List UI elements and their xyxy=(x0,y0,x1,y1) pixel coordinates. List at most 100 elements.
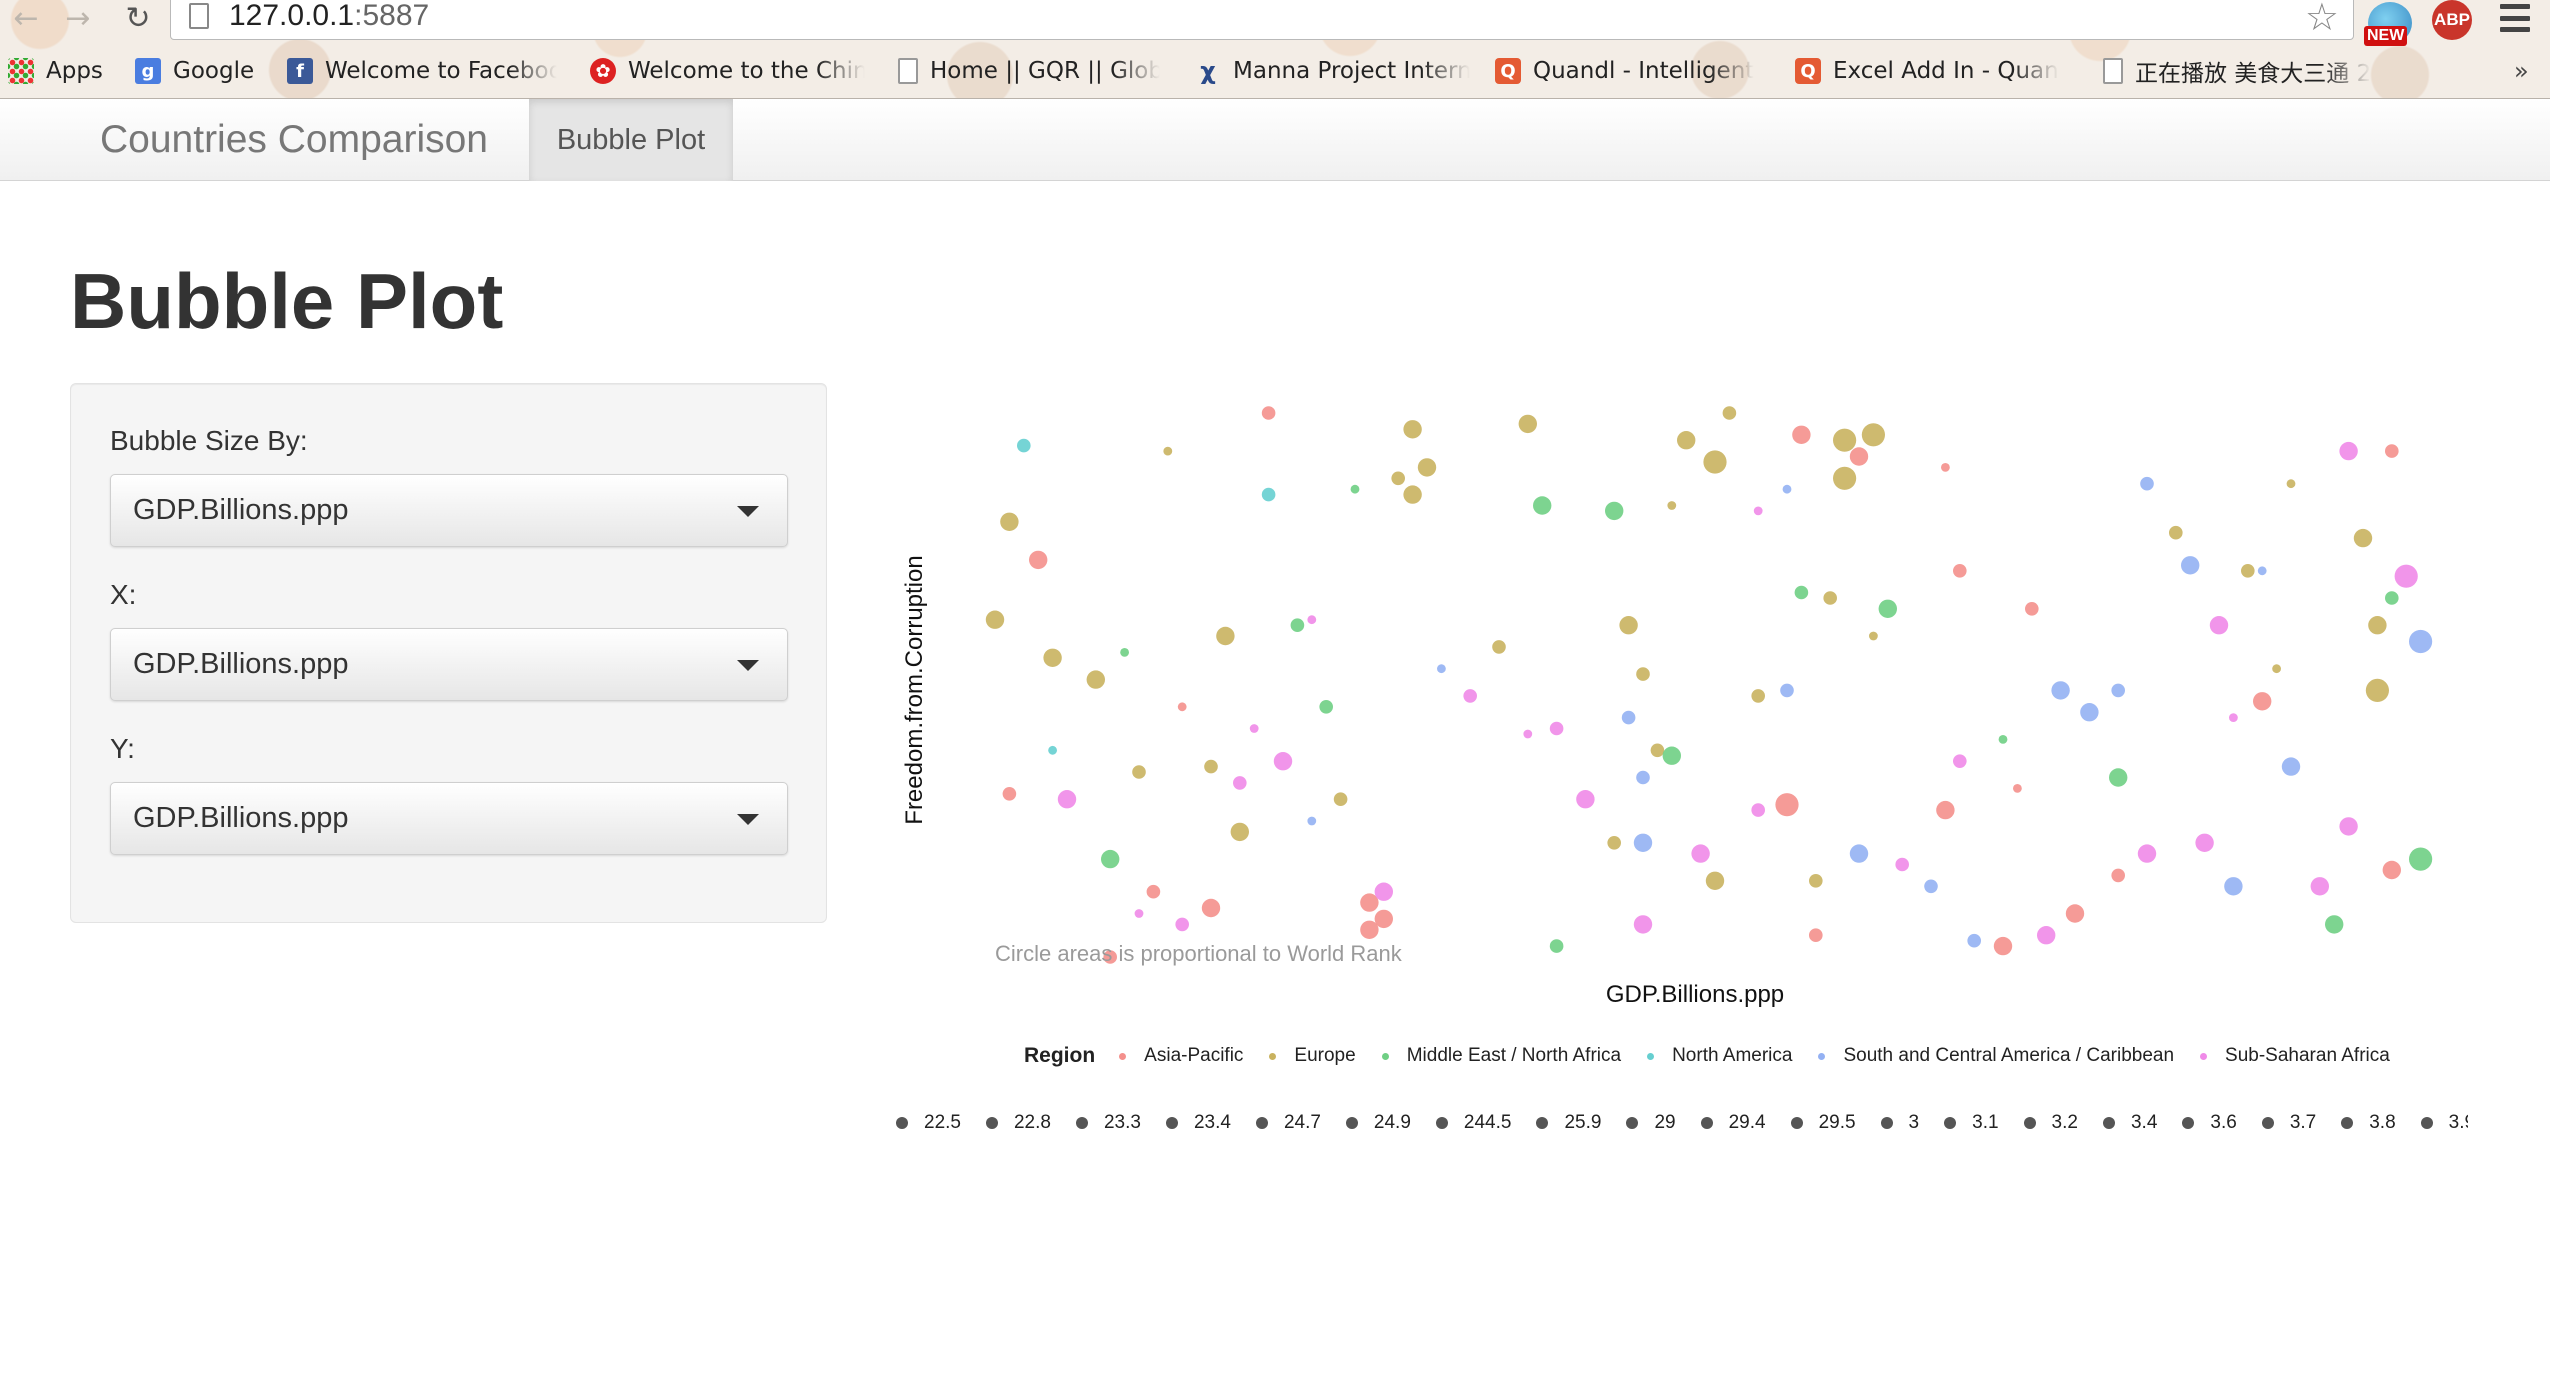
bubble-point xyxy=(1792,425,1811,444)
bubble-point xyxy=(2281,757,2301,776)
bubble-point xyxy=(1753,506,1763,516)
navbar-brand[interactable]: Countries Comparison xyxy=(100,99,488,181)
bookmark-gqr[interactable]: Home || GQR || Glob xyxy=(898,52,1160,90)
size-legend-item: 24.9 xyxy=(1345,1112,1411,1134)
size-legend-item: 3.7 xyxy=(2261,1112,2316,1134)
bookmark-quandl[interactable]: Q Quandl - Intelligent xyxy=(1495,52,1760,90)
bubble-point xyxy=(1941,463,1950,472)
tab-bubble-plot[interactable]: Bubble Plot xyxy=(529,99,733,181)
new-badge: NEW xyxy=(2364,26,2408,46)
bubble-point xyxy=(1403,485,1422,504)
legend-item-north-america: North America xyxy=(1647,1045,1792,1067)
bubble-point xyxy=(1549,721,1564,736)
bubble-point xyxy=(2065,904,2085,923)
size-legend-label: 244.5 xyxy=(1463,1112,1512,1133)
bubble-point xyxy=(2140,476,2154,491)
size-legend-label: 24.9 xyxy=(1373,1112,1411,1133)
bookmark-facebook[interactable]: f Welcome to Faceboo xyxy=(287,52,557,90)
bubble-point xyxy=(2195,833,2214,852)
url-text[interactable]: 127.0.0.1:5887 xyxy=(229,0,429,33)
bubble-point xyxy=(1307,615,1317,625)
size-legend-dot xyxy=(2182,1117,2195,1129)
bubble-point xyxy=(2181,556,2200,575)
bubble-point xyxy=(2382,860,2401,880)
bubble-point xyxy=(2224,877,2243,896)
bookmark-playing[interactable]: 正在播放 美食大三通 2 xyxy=(2103,52,2383,90)
legend-label: Middle East / North Africa xyxy=(1406,1045,1622,1066)
bubble-point xyxy=(2169,525,2183,540)
bubble-point xyxy=(1993,936,2013,956)
size-legend-label: 3.4 xyxy=(2130,1112,2158,1133)
bubble-point xyxy=(1650,743,1665,758)
size-legend-dot xyxy=(1255,1117,1268,1129)
bubble-point xyxy=(1002,787,1017,801)
bookmark-google[interactable]: g Google xyxy=(135,52,254,90)
hamburger-menu-icon[interactable] xyxy=(2500,4,2530,32)
bubble-point xyxy=(2013,784,2022,793)
back-arrow-icon[interactable]: ← xyxy=(6,0,46,36)
bubble-point xyxy=(1319,700,1333,714)
browser-chrome: ← → ↻ 127.0.0.1:5887 ☆ NEW ABP Apps g Go… xyxy=(0,0,2550,99)
size-legend-label: 29 xyxy=(1654,1112,1676,1133)
chevron-down-icon xyxy=(737,814,759,825)
size-legend-label: 3.9 xyxy=(2448,1112,2468,1133)
bubble-point xyxy=(1782,484,1792,494)
forward-arrow-icon[interactable]: → xyxy=(58,0,98,36)
bubble-point xyxy=(2253,692,2272,711)
bubble-point xyxy=(1607,836,1621,850)
size-legend-item: 22.5 xyxy=(896,1112,961,1134)
bubble-point xyxy=(1936,800,1955,820)
bubble-point xyxy=(1794,585,1809,600)
bubble-point xyxy=(1998,735,2008,744)
bookmark-manna[interactable]: χ Manna Project Intern xyxy=(1195,52,1470,90)
url-port: :5887 xyxy=(354,0,430,32)
page-icon xyxy=(189,3,209,29)
apps-grid-icon xyxy=(8,58,34,84)
bubble-point xyxy=(1017,438,1031,453)
size-legend-item: 244.5 xyxy=(1435,1112,1512,1134)
bookmark-label: 正在播放 美食大三通 2 xyxy=(2135,61,2372,87)
x-label: X: xyxy=(110,579,137,610)
adblock-icon[interactable]: ABP xyxy=(2432,0,2472,40)
bubble-point xyxy=(1751,803,1765,817)
bookmarks-overflow-icon[interactable]: » xyxy=(2514,52,2529,90)
bubble-point xyxy=(2272,664,2281,674)
bubble-point xyxy=(1391,471,1405,486)
address-bar[interactable]: 127.0.0.1:5887 ☆ xyxy=(170,0,2354,40)
bubble-point xyxy=(1924,879,1938,894)
bookmark-china[interactable]: ✿ Welcome to the Chin xyxy=(590,52,865,90)
bubble-point xyxy=(1177,702,1187,712)
y-select[interactable]: GDP.Billions.ppp xyxy=(110,782,788,855)
bubble-plot: Freedom.from.Corruption Circle areas is … xyxy=(901,406,2433,1008)
bubble-point xyxy=(1134,909,1144,918)
bubble-size-select[interactable]: GDP.Billions.ppp xyxy=(110,474,788,547)
bookmarks-bar: Apps g Google f Welcome to Faceboo ✿ Wel… xyxy=(0,52,2550,90)
bubble-point xyxy=(1861,423,1885,447)
bubble-point xyxy=(1662,746,1681,765)
chevron-down-icon xyxy=(737,660,759,671)
size-legend-dot xyxy=(1165,1117,1178,1129)
size-legend-dot xyxy=(985,1117,998,1129)
bookmark-star-icon[interactable]: ☆ xyxy=(2305,0,2339,39)
bubble-point xyxy=(2409,629,2433,654)
reload-icon[interactable]: ↻ xyxy=(118,0,158,36)
bubble-point xyxy=(1307,816,1317,826)
page-icon xyxy=(2103,58,2123,84)
flower-icon: ✿ xyxy=(590,58,616,84)
bubble-point xyxy=(1809,874,1823,888)
bubble-point xyxy=(1101,849,1120,869)
bubble-point xyxy=(2339,817,2358,836)
bookmark-apps[interactable]: Apps xyxy=(8,52,103,90)
facebook-icon: f xyxy=(287,58,313,84)
bubble-size-label: Bubble Size By: xyxy=(110,425,308,456)
bubble-point xyxy=(2137,844,2157,863)
bubble-point xyxy=(1029,550,1048,570)
size-legend-dot xyxy=(896,1117,908,1129)
x-select[interactable]: GDP.Billions.ppp xyxy=(110,628,788,701)
bubble-point xyxy=(2037,926,2056,945)
bookmark-excel-quandl[interactable]: Q Excel Add In - Quan xyxy=(1795,52,2070,90)
bubble-point xyxy=(1636,667,1650,681)
legend-label: North America xyxy=(1672,1045,1793,1066)
bubble-point xyxy=(1549,939,1564,953)
bubble-point xyxy=(2368,616,2387,635)
